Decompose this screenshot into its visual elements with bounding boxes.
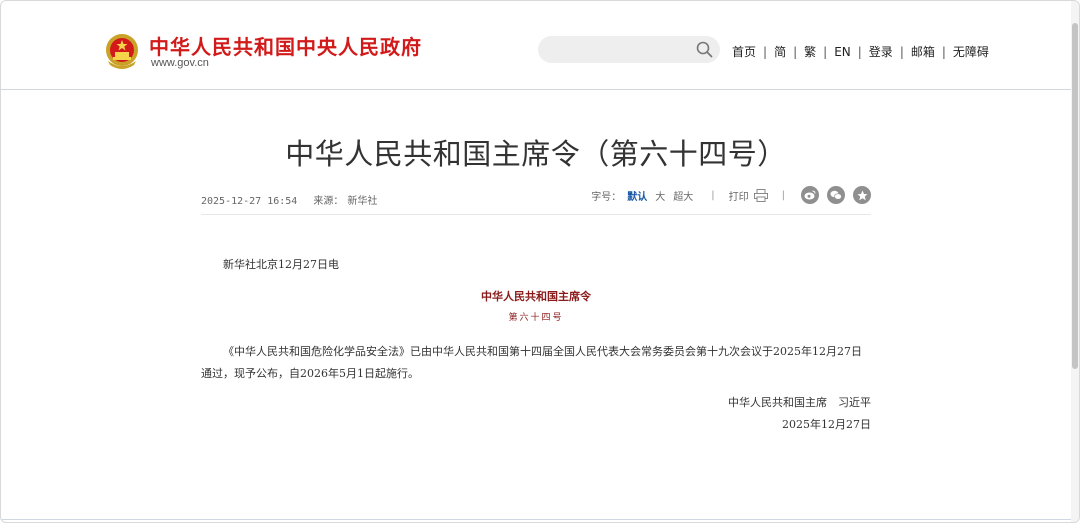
- nav-english[interactable]: EN: [834, 45, 851, 59]
- nav-traditional[interactable]: 繁: [804, 43, 816, 60]
- article-meta: 2025-12-27 16:54 来源： 新华社 字号： 默认 大 超大 | 打印…: [201, 186, 871, 215]
- wechat-icon[interactable]: [827, 186, 845, 204]
- dateline: 新华社北京12月27日电: [223, 258, 339, 271]
- print-button[interactable]: 打印: [729, 188, 768, 203]
- top-nav: 首页 | 简 | 繁 | EN | 登录 | 邮箱 | 无障碍: [732, 43, 989, 60]
- print-label: 打印: [728, 191, 749, 203]
- nav-separator: |: [857, 44, 862, 59]
- nav-simplified[interactable]: 简: [774, 43, 786, 60]
- font-size-default[interactable]: 默认: [627, 188, 647, 203]
- site-name[interactable]: 中华人民共和国中央人民政府: [149, 31, 422, 60]
- order-number: 第六十四号: [508, 313, 564, 323]
- font-size-xlarge[interactable]: 超大: [673, 188, 693, 203]
- search-input[interactable]: [548, 39, 692, 61]
- article-tools: 字号： 默认 大 超大 | 打印 |: [591, 186, 871, 204]
- site-url[interactable]: www.gov.cn: [151, 57, 209, 69]
- search-icon[interactable]: [696, 41, 713, 58]
- weibo-icon[interactable]: [801, 186, 819, 204]
- tool-separator: |: [711, 189, 715, 201]
- source-name: 新华社: [347, 196, 378, 207]
- signature: 中华人民共和国主席 习近平: [728, 396, 871, 409]
- nav-separator: |: [899, 44, 904, 59]
- source-label: 来源：: [313, 196, 344, 207]
- search-box: [538, 36, 720, 63]
- font-size-label: 字号：: [591, 191, 622, 203]
- scrollbar-thumb[interactable]: [1072, 23, 1078, 369]
- article-paragraph: 《中华人民共和国危险化学品安全法》已由中华人民共和国第十四届全国人民代表大会常务…: [201, 345, 862, 380]
- site-header: 中华人民共和国中央人民政府 www.gov.cn 首页 | 简 | 繁 | EN…: [1, 1, 1073, 90]
- nav-separator: |: [793, 44, 798, 59]
- order-title: 中华人民共和国主席令: [481, 290, 591, 303]
- nav-separator: |: [763, 44, 768, 59]
- article-title: 中华人民共和国主席令（第六十四号）: [285, 137, 787, 171]
- publish-date: 2025-12-27 16:54: [201, 196, 298, 207]
- nav-home[interactable]: 首页: [732, 43, 756, 60]
- footer-divider: [1, 519, 1073, 520]
- nav-separator: |: [941, 44, 946, 59]
- nav-separator: |: [823, 44, 828, 59]
- font-size-large[interactable]: 大: [655, 188, 665, 203]
- article-info: 2025-12-27 16:54 来源： 新华社: [201, 192, 387, 207]
- browser-page: 中华人民共和国中央人民政府 www.gov.cn 首页 | 简 | 繁 | EN…: [0, 0, 1080, 523]
- sign-date: 2025年12月27日: [782, 418, 871, 431]
- tool-separator: |: [781, 189, 785, 201]
- national-emblem-icon[interactable]: [104, 31, 140, 71]
- printer-icon: [753, 188, 768, 202]
- nav-accessibility[interactable]: 无障碍: [953, 43, 989, 60]
- scrollbar[interactable]: [1071, 1, 1079, 522]
- nav-login[interactable]: 登录: [869, 43, 893, 60]
- nav-mail[interactable]: 邮箱: [911, 43, 935, 60]
- favorite-icon[interactable]: [853, 186, 871, 204]
- share-bar: [793, 186, 871, 204]
